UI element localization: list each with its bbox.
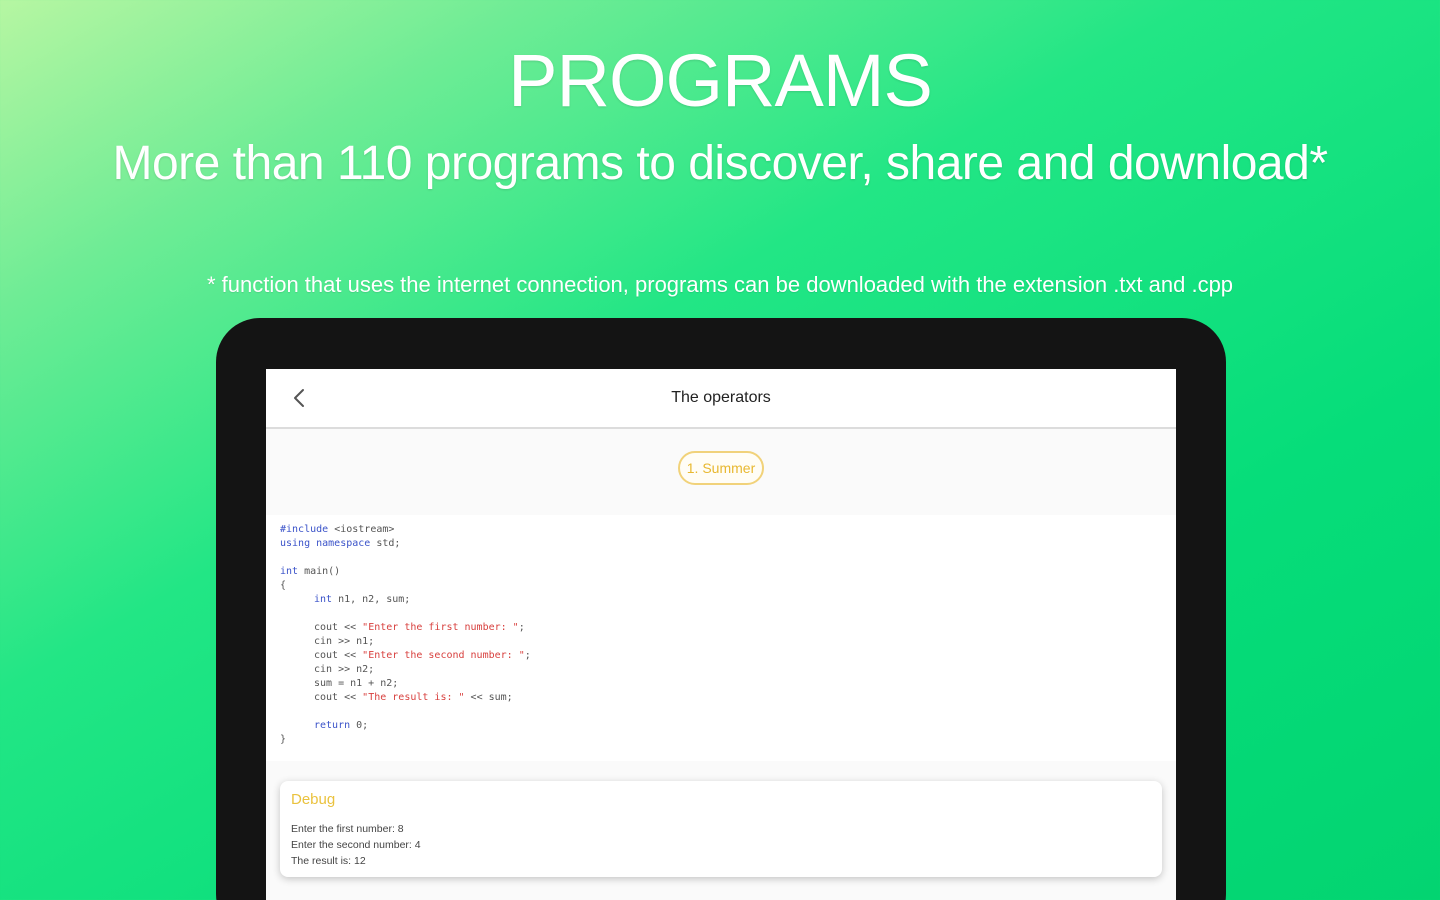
debug-card: Debug Enter the first number: 8 Enter th… [280, 781, 1162, 877]
tablet-screen: The operators 1. Summer #include <iostre… [266, 369, 1176, 900]
code-line: cout << "Enter the first number: "; [314, 622, 525, 633]
code-line: cin >> n1; [314, 636, 375, 647]
debug-output-line: Enter the first number: 8 [291, 823, 404, 835]
code-line: sum = n1 + n2; [314, 678, 399, 689]
promo-footnote: * function that uses the internet connec… [206, 272, 1234, 297]
debug-title: Debug [291, 791, 336, 808]
screen-title: The operators [671, 389, 771, 406]
debug-output-line: The result is: 12 [291, 855, 366, 867]
code-line: using namespace std; [280, 538, 401, 549]
app-bar: The operators [266, 369, 1176, 429]
program-chip[interactable]: 1. Summer [678, 451, 764, 485]
code-line: cout << "The result is: " << sum; [314, 692, 513, 703]
code-line: int main() [280, 566, 341, 577]
program-body: 1. Summer #include <iostream> using name… [266, 429, 1176, 900]
code-line: return 0; [314, 720, 369, 731]
debug-output-line: Enter the second number: 4 [291, 839, 421, 851]
code-line: } [280, 734, 287, 745]
code-line: #include <iostream> [280, 524, 395, 535]
code-line: { [280, 580, 287, 591]
code-block: #include <iostream> using namespace std;… [266, 515, 1176, 761]
promo-heading: PROGRAMS [508, 39, 933, 122]
code-line: cin >> n2; [314, 664, 375, 675]
code-line: int n1, n2, sum; [314, 594, 411, 605]
promo-subheading: More than 110 programs to discover, shar… [112, 137, 1328, 190]
code-line: cout << "Enter the second number: "; [314, 650, 531, 661]
